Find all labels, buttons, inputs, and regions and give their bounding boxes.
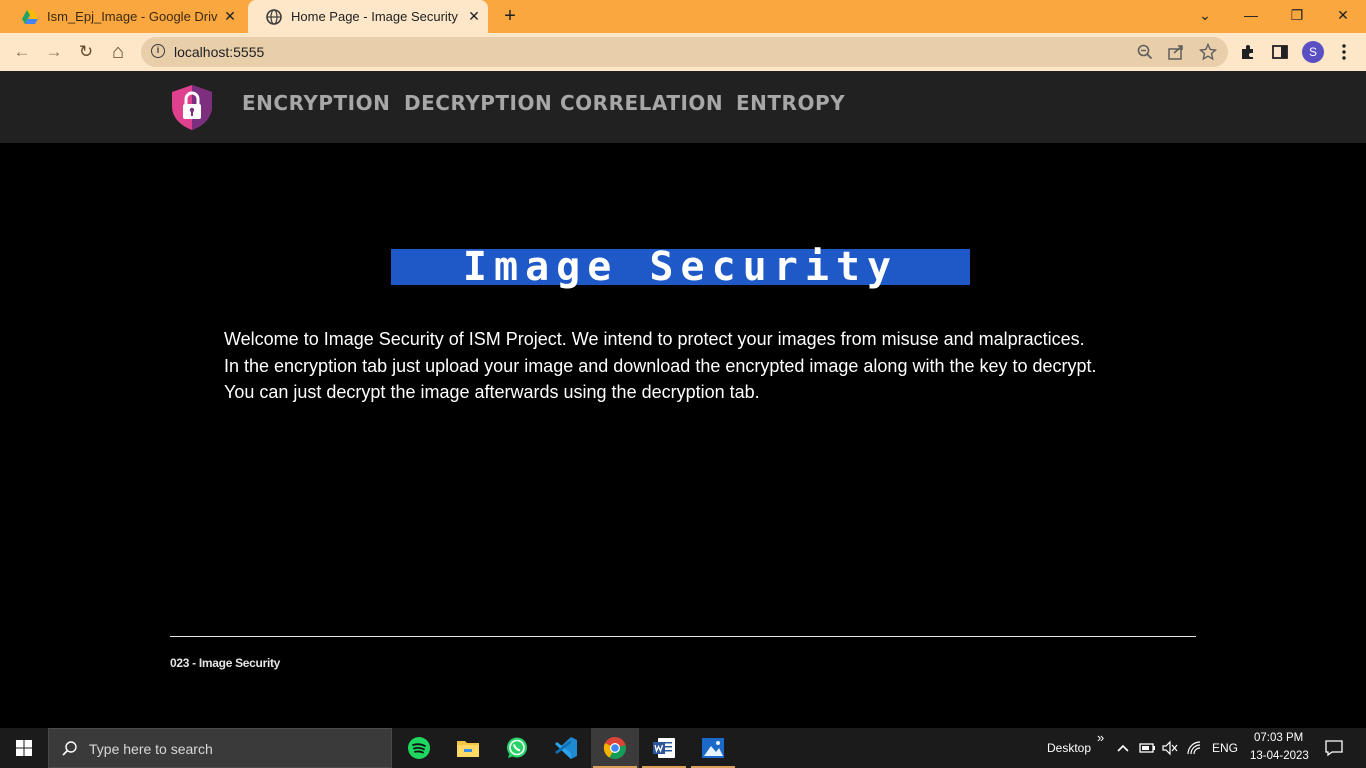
chrome-icon[interactable] (591, 728, 639, 768)
intro-line: In the encryption tab just upload your i… (224, 355, 1097, 376)
footer-divider (170, 636, 1196, 637)
browser-tab-bar: Ism_Epj_Image - Google Drive ✕ Home Page… (0, 0, 1366, 33)
spotify-icon[interactable] (395, 728, 443, 768)
forward-button[interactable]: → (42, 40, 66, 64)
whatsapp-icon[interactable] (493, 728, 541, 768)
tab-search-chevron-icon[interactable]: ⌄ (1182, 0, 1228, 33)
intro-text: Welcome to Image Security of ISM Project… (224, 326, 1184, 406)
tab-home-page[interactable]: Home Page - Image Security ✕ (248, 0, 488, 33)
info-icon[interactable]: i (151, 44, 165, 58)
search-placeholder: Type here to search (89, 741, 213, 757)
page: ENCRYPTION DECRYPTION CORRELATION ENTROP… (0, 71, 1366, 728)
battery-icon[interactable] (1138, 740, 1156, 756)
clock-date[interactable]: 13-04-2023 (1250, 750, 1309, 762)
word-icon[interactable] (640, 728, 688, 768)
intro-line: You can just decrypt the image afterward… (224, 382, 760, 402)
language-indicator[interactable]: ENG (1212, 741, 1238, 755)
google-drive-icon (22, 9, 38, 24)
address-bar[interactable]: i localhost:5555 (141, 37, 1228, 67)
avatar[interactable]: S (1302, 41, 1324, 63)
nav-link-correlation[interactable]: CORRELATION (560, 91, 723, 115)
star-icon[interactable] (1199, 43, 1217, 61)
taskbar-search-box[interactable]: Type here to search (48, 728, 392, 768)
search-icon[interactable] (1136, 43, 1154, 61)
nav-link-entropy[interactable]: ENTROPY (736, 91, 845, 115)
new-tab-button[interactable]: + (498, 5, 522, 29)
site-navbar: ENCRYPTION DECRYPTION CORRELATION ENTROP… (0, 71, 1366, 143)
home-button[interactable]: ⌂ (106, 40, 130, 64)
restore-button[interactable]: ❐ (1274, 0, 1320, 33)
photos-icon[interactable] (689, 728, 737, 768)
windows-taskbar: Type here to search Desktop » ENG 07:03 … (0, 728, 1366, 768)
back-button[interactable]: ← (10, 40, 34, 64)
tab-title: Home Page - Image Security (291, 9, 458, 24)
clock-time[interactable]: 07:03 PM (1254, 732, 1303, 744)
footer-text: 023 - Image Security (170, 656, 281, 670)
chevron-up-icon[interactable] (1114, 740, 1132, 756)
url-text[interactable]: localhost:5555 (174, 44, 264, 60)
globe-icon (266, 8, 282, 25)
wifi-icon[interactable] (1186, 740, 1204, 756)
desktop-toolbar-label[interactable]: Desktop (1047, 741, 1091, 755)
browser-toolbar: ← → ↻ ⌂ i localhost:5555 S (0, 33, 1366, 71)
page-title: Image Security (391, 247, 970, 287)
tab-title: Ism_Epj_Image - Google Drive (47, 9, 218, 24)
puzzle-icon[interactable] (1238, 42, 1258, 62)
volume-muted-icon[interactable] (1161, 740, 1179, 756)
shield-lock-icon[interactable] (168, 83, 216, 131)
close-icon[interactable]: ✕ (218, 8, 242, 25)
intro-line: Welcome to Image Security of ISM Project… (224, 329, 1085, 349)
search-icon (62, 741, 77, 756)
share-icon[interactable] (1167, 43, 1185, 61)
minimize-button[interactable]: — (1228, 0, 1274, 33)
toolbar-overflow-icon[interactable]: » (1097, 730, 1104, 745)
vscode-icon[interactable] (542, 728, 590, 768)
sidepanel-icon[interactable] (1270, 42, 1290, 62)
tab-google-drive[interactable]: Ism_Epj_Image - Google Drive ✕ (4, 0, 244, 33)
windows-start-icon[interactable] (0, 728, 48, 768)
close-window-button[interactable]: ✕ (1320, 0, 1366, 33)
file-explorer-icon[interactable] (444, 728, 492, 768)
nav-link-decryption[interactable]: DECRYPTION (404, 91, 552, 115)
close-icon[interactable]: ✕ (462, 8, 486, 25)
notifications-icon[interactable] (1324, 739, 1344, 757)
kebab-menu-icon[interactable] (1334, 42, 1354, 62)
nav-link-encryption[interactable]: ENCRYPTION (242, 91, 390, 115)
reload-button[interactable]: ↻ (74, 40, 98, 64)
